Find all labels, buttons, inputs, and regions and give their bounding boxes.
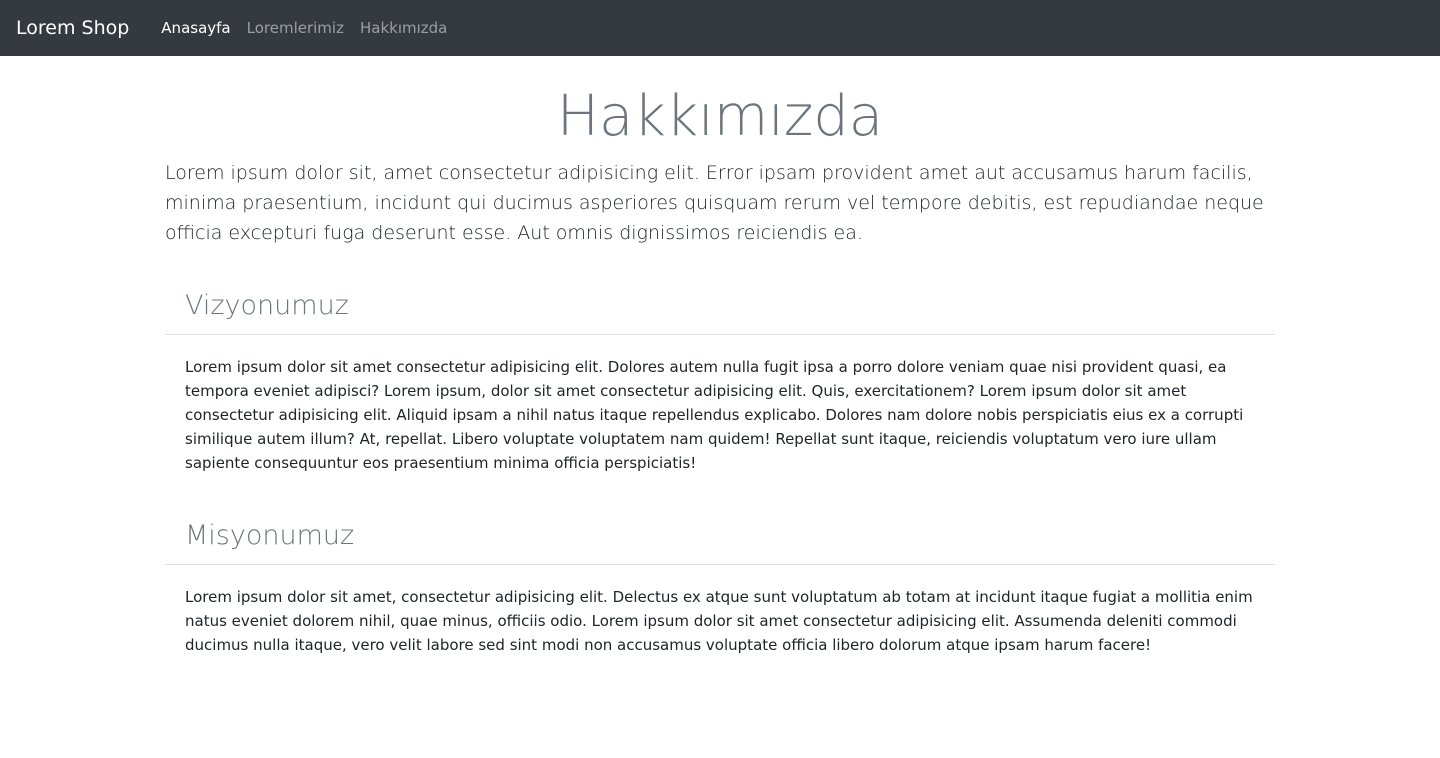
page-title: Hakkımızda xyxy=(556,84,884,149)
lead-paragraph: Lorem ipsum dolor sit, amet consectetur … xyxy=(165,161,1264,244)
nav-link-hakkimizda[interactable]: Hakkımızda xyxy=(352,19,455,37)
nav-link-anasayfa[interactable]: Anasayfa xyxy=(153,19,238,37)
section-heading: Misyonumuz xyxy=(185,520,355,552)
section-header: Misyonumuz xyxy=(165,508,1275,565)
nav-link-loremlerimiz[interactable]: Loremlerimiz xyxy=(239,19,352,37)
section-mission: Misyonumuz Lorem ipsum dolor sit amet, c… xyxy=(165,508,1275,657)
brand-link[interactable]: Lorem Shop xyxy=(16,17,129,39)
section-header: Vizyonumuz xyxy=(165,278,1275,335)
section-vision: Vizyonumuz Lorem ipsum dolor sit amet co… xyxy=(165,278,1275,475)
section-heading: Vizyonumuz xyxy=(185,290,349,322)
top-navbar: Lorem Shop Anasayfa Loremlerimiz Hakkımı… xyxy=(0,0,1440,56)
nav-links: Anasayfa Loremlerimiz Hakkımızda xyxy=(153,19,455,37)
section-body: Lorem ipsum dolor sit amet, consectetur … xyxy=(185,587,1253,654)
section-body: Lorem ipsum dolor sit amet consectetur a… xyxy=(185,357,1244,472)
main-content: Hakkımızda Lorem ipsum dolor sit, amet c… xyxy=(165,56,1275,657)
